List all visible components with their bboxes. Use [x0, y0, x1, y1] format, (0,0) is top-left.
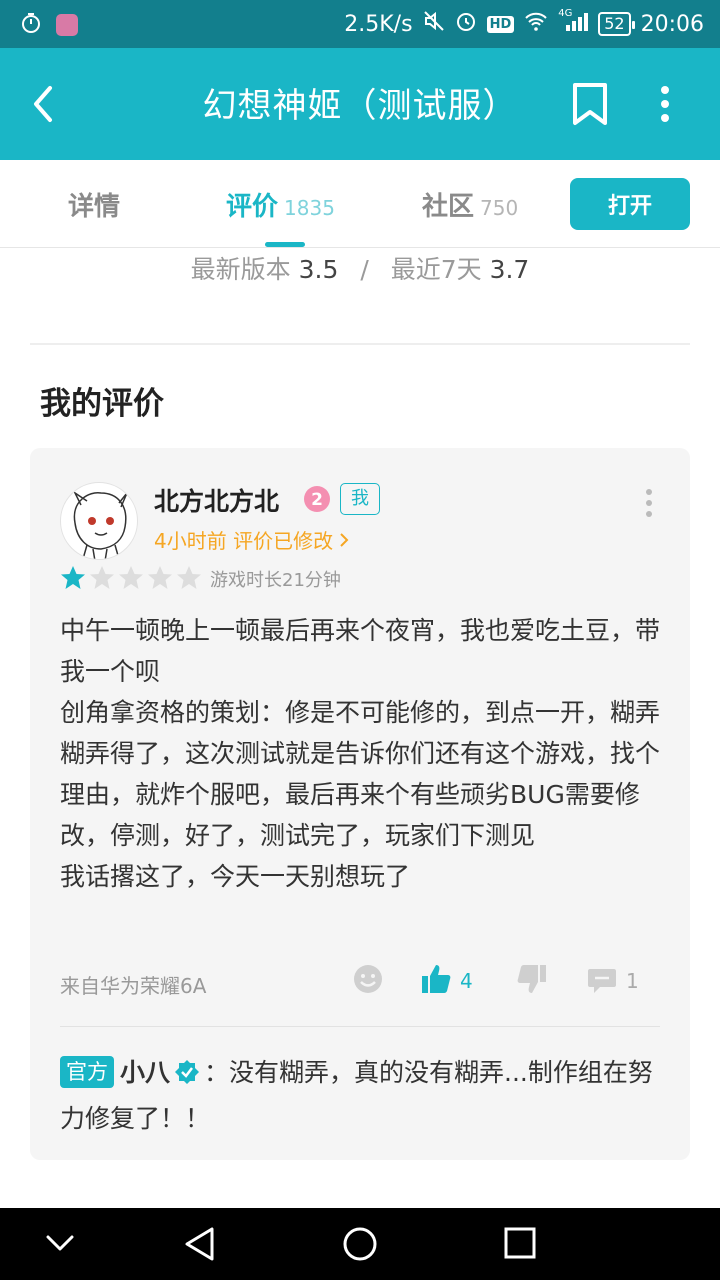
signal-icon: 4G [558, 8, 589, 38]
like-count: 4 [460, 969, 473, 993]
recent-score: 3.7 [489, 255, 530, 284]
review-line: 中午一顿晚上一顿最后再来个夜宵，我也爱吃土豆，带我一个呗 [60, 616, 661, 686]
avatar[interactable] [60, 482, 138, 560]
clock: 20:06 [640, 11, 704, 37]
review-body[interactable]: 中午一顿晚上一顿最后再来个夜宵，我也爱吃土豆，带我一个呗 创角拿资格的策划：修是… [60, 610, 665, 897]
nav-collapse-icon[interactable] [46, 1234, 74, 1256]
open-button[interactable]: 打开 [570, 178, 690, 230]
tab-reviews[interactable]: 评价 1835 [226, 186, 335, 223]
verified-icon [174, 1056, 200, 1098]
divider [60, 1026, 660, 1027]
level-number: 2 [311, 490, 323, 510]
tab-details-label: 详情 [68, 192, 121, 222]
reviewer-name[interactable]: 北方北方北 [154, 482, 279, 518]
tab-details[interactable]: 详情 [68, 186, 120, 223]
playtime: 游戏时长21分钟 [210, 570, 341, 591]
device-source: 来自华为荣耀6A [60, 974, 207, 998]
alarm-icon [455, 10, 477, 38]
divider [30, 343, 690, 345]
level-badge-icon: 2 [302, 484, 332, 518]
my-review-card: 北方北方北 2 我 4小时前 评价已修改 游戏时长21分钟 中午一顿晚上一顿最后… [30, 448, 690, 1160]
tab-bar: 详情 评价 1835 社区 750 打开 [0, 160, 720, 248]
like-button[interactable]: 4 [420, 964, 473, 998]
app-notification-icon [56, 14, 78, 36]
review-more-icon[interactable] [644, 488, 654, 522]
thumbs-up-icon [420, 963, 452, 1000]
chevron-right-icon [339, 529, 349, 553]
thumbs-down-icon [516, 963, 548, 1000]
smiley-icon [352, 963, 384, 1000]
score-separator: / [360, 255, 369, 284]
tab-reviews-label: 评价 [226, 192, 279, 222]
official-reply[interactable]: 官方 小八 ：没有糊弄，真的没有糊弄...制作组在努力修复了！！ [60, 1052, 665, 1140]
more-vertical-icon[interactable] [657, 84, 673, 128]
nav-recents-icon[interactable] [504, 1226, 536, 1264]
app-bar: 幻想神姬（测试服） [0, 48, 720, 160]
recent-label: 最近7天 [390, 255, 482, 284]
comment-button[interactable]: 1 [586, 964, 639, 998]
battery-icon: 52 [598, 12, 636, 36]
latest-version-label: 最新版本 [190, 255, 291, 284]
bookmark-icon[interactable] [571, 82, 609, 130]
comment-icon [586, 963, 618, 1000]
score-summary: 最新版本 3.5 / 最近7天 3.7 [0, 250, 720, 286]
page-title: 幻想神姬（测试服） [202, 86, 518, 126]
latest-version-score: 3.5 [298, 255, 339, 284]
review-line: 创角拿资格的策划：修是不可能修的，到点一开，糊弄糊弄得了，这次测试就是告诉你们还… [60, 698, 661, 850]
tab-indicator [265, 242, 305, 247]
net-speed: 2.5K/s [344, 11, 413, 37]
reply-author[interactable]: 小八 [120, 1058, 170, 1087]
me-badge: 我 [340, 483, 380, 515]
my-review-title: 我的评价 [40, 386, 164, 422]
hd-badge: HD [486, 15, 515, 33]
star-rating [60, 565, 202, 591]
star-filled-icon [61, 566, 85, 589]
tab-community-count: 750 [480, 196, 519, 220]
nav-home-icon[interactable] [342, 1226, 378, 1266]
tab-community-label: 社区 [422, 192, 475, 222]
comment-count: 1 [626, 969, 639, 993]
tab-reviews-count: 1835 [284, 196, 335, 220]
timer-icon [20, 12, 42, 38]
review-meta[interactable]: 4小时前 评价已修改 [154, 525, 349, 554]
status-bar: 2.5K/s HD 4G 52 20:06 [0, 0, 720, 48]
review-line: 我话撂这了，今天一天别想玩了 [60, 862, 411, 891]
wifi-icon [524, 11, 548, 37]
emoji-react-button[interactable] [352, 964, 384, 998]
star-empty-icon [177, 566, 201, 589]
review-meta-text: 4小时前 评价已修改 [154, 529, 334, 553]
official-tag: 官方 [60, 1056, 114, 1088]
tab-community[interactable]: 社区 750 [422, 186, 518, 223]
nav-back-icon[interactable] [184, 1226, 216, 1266]
star-empty-icon [119, 566, 143, 589]
mute-icon [423, 10, 445, 38]
signal-label: 4G [558, 8, 573, 19]
dislike-button[interactable] [516, 964, 548, 998]
star-empty-icon [148, 566, 172, 589]
system-nav-bar [0, 1208, 720, 1280]
star-empty-icon [90, 566, 114, 589]
